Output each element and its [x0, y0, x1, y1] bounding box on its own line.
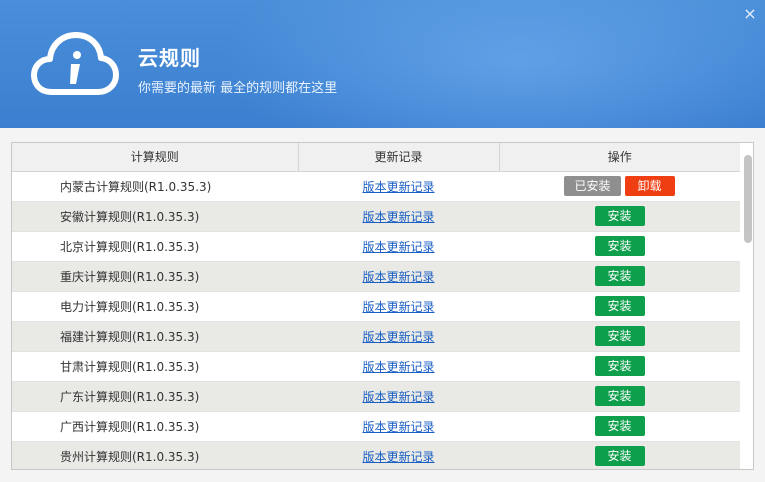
install-button[interactable]: 安装	[594, 206, 645, 226]
rule-name: 广西计算规则(R1.0.35.3)	[12, 411, 298, 442]
version-update-log-link[interactable]: 版本更新记录	[362, 300, 434, 314]
update-log-cell: 版本更新记录	[298, 441, 499, 469]
action-cell: 已安装 卸载	[499, 171, 740, 202]
column-header-rule: 计算规则	[12, 143, 299, 172]
action-cell: 安装	[499, 351, 740, 382]
install-button[interactable]: 安装	[594, 356, 645, 376]
rule-name: 重庆计算规则(R1.0.35.3)	[12, 261, 298, 292]
rules-table: 计算规则 更新记录 操作 内蒙古计算规则(R1.0.35.3) 版本更新记录 已安装…	[12, 143, 740, 469]
version-update-log-link[interactable]: 版本更新记录	[362, 390, 434, 404]
version-update-log-link[interactable]: 版本更新记录	[362, 420, 434, 434]
version-update-log-link[interactable]: 版本更新记录	[362, 180, 434, 194]
version-update-log-link[interactable]: 版本更新记录	[362, 240, 434, 254]
vertical-scrollbar[interactable]	[742, 143, 753, 469]
rule-name: 内蒙古计算规则(R1.0.35.3)	[12, 171, 298, 202]
version-update-log-link[interactable]: 版本更新记录	[362, 450, 434, 464]
header-glow	[220, 0, 765, 128]
table-row: 广西计算规则(R1.0.35.3) 版本更新记录 安装	[12, 411, 740, 442]
header-banner: 云规则 你需要的最新 最全的规则都在这里 ×	[0, 0, 765, 128]
action-cell: 安装	[499, 381, 740, 412]
table-row: 北京计算规则(R1.0.35.3) 版本更新记录 安装	[12, 231, 740, 262]
version-update-log-link[interactable]: 版本更新记录	[362, 270, 434, 284]
cloud-info-icon	[31, 32, 119, 95]
table-row: 甘肃计算规则(R1.0.35.3) 版本更新记录 安装	[12, 351, 740, 382]
rule-name: 电力计算规则(R1.0.35.3)	[12, 291, 298, 322]
update-log-cell: 版本更新记录	[298, 261, 499, 292]
version-update-log-link[interactable]: 版本更新记录	[362, 210, 434, 224]
table-row: 广东计算规则(R1.0.35.3) 版本更新记录 安装	[12, 381, 740, 412]
update-log-cell: 版本更新记录	[298, 231, 499, 262]
uninstall-button[interactable]: 卸载	[624, 176, 675, 196]
action-cell: 安装	[499, 441, 740, 469]
scrollbar-thumb[interactable]	[744, 155, 752, 243]
update-log-cell: 版本更新记录	[298, 411, 499, 442]
update-log-cell: 版本更新记录	[298, 321, 499, 352]
rule-name: 北京计算规则(R1.0.35.3)	[12, 231, 298, 262]
install-button[interactable]: 安装	[594, 236, 645, 256]
rule-name: 贵州计算规则(R1.0.35.3)	[12, 441, 298, 469]
install-button[interactable]: 安装	[594, 446, 645, 466]
update-log-cell: 版本更新记录	[298, 291, 499, 322]
column-header-action: 操作	[499, 143, 740, 172]
close-icon[interactable]: ×	[741, 5, 759, 23]
update-log-cell: 版本更新记录	[298, 171, 499, 202]
table-row: 安徽计算规则(R1.0.35.3) 版本更新记录 安装	[12, 201, 740, 232]
update-log-cell: 版本更新记录	[298, 201, 499, 232]
table-header-row: 计算规则 更新记录 操作	[12, 143, 740, 172]
table-row: 福建计算规则(R1.0.35.3) 版本更新记录 安装	[12, 321, 740, 352]
rules-panel: 计算规则 更新记录 操作 内蒙古计算规则(R1.0.35.3) 版本更新记录 已安装…	[11, 142, 754, 470]
version-update-log-link[interactable]: 版本更新记录	[362, 360, 434, 374]
install-button[interactable]: 安装	[594, 386, 645, 406]
rule-name: 安徽计算规则(R1.0.35.3)	[12, 201, 298, 232]
version-update-log-link[interactable]: 版本更新记录	[362, 330, 434, 344]
rule-name: 广东计算规则(R1.0.35.3)	[12, 381, 298, 412]
action-cell: 安装	[499, 291, 740, 322]
action-cell: 安装	[499, 201, 740, 232]
table-row: 重庆计算规则(R1.0.35.3) 版本更新记录 安装	[12, 261, 740, 292]
page-subtitle: 你需要的最新 最全的规则都在这里	[138, 81, 338, 96]
update-log-cell: 版本更新记录	[298, 381, 499, 412]
rule-name: 福建计算规则(R1.0.35.3)	[12, 321, 298, 352]
action-cell: 安装	[499, 231, 740, 262]
action-cell: 安装	[499, 321, 740, 352]
rule-name: 甘肃计算规则(R1.0.35.3)	[12, 351, 298, 382]
table-row: 电力计算规则(R1.0.35.3) 版本更新记录 安装	[12, 291, 740, 322]
update-log-cell: 版本更新记录	[298, 351, 499, 382]
table-row: 内蒙古计算规则(R1.0.35.3) 版本更新记录 已安装 卸载	[12, 171, 740, 202]
install-button[interactable]: 安装	[594, 326, 645, 346]
page-title: 云规则	[138, 46, 201, 70]
install-button[interactable]: 安装	[594, 266, 645, 286]
action-cell: 安装	[499, 261, 740, 292]
table-row: 贵州计算规则(R1.0.35.3) 版本更新记录 安装	[12, 441, 740, 469]
install-button[interactable]: 安装	[594, 296, 645, 316]
installed-button[interactable]: 已安装	[564, 176, 621, 196]
column-header-update-log: 更新记录	[298, 143, 500, 172]
action-cell: 安装	[499, 411, 740, 442]
install-button[interactable]: 安装	[594, 416, 645, 436]
